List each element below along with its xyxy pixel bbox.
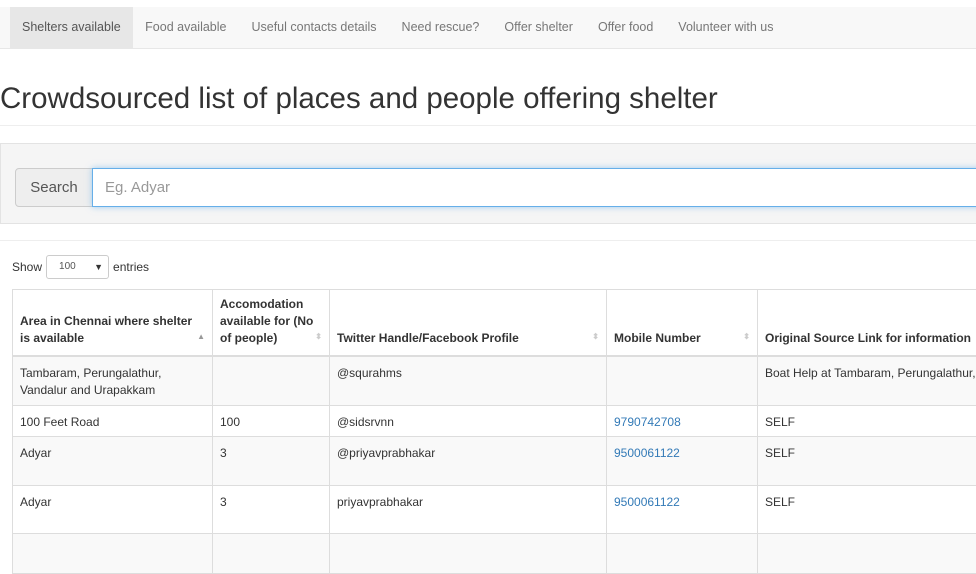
entries-label: entries xyxy=(113,260,149,274)
table-row xyxy=(13,534,976,574)
nav-shelters-available[interactable]: Shelters available xyxy=(10,7,133,48)
table-row: Adyar3@priyavprabhakar9500061122SELF xyxy=(13,437,976,486)
entries-length-control: Show 100▼ entries xyxy=(12,255,149,279)
phone-link[interactable]: 9790742708 xyxy=(614,415,681,429)
search-input[interactable] xyxy=(92,168,976,207)
column-header-source[interactable]: Original Source Link for information xyxy=(758,290,976,356)
nav-food-available[interactable]: Food available xyxy=(133,7,239,48)
shelters-table: Area in Chennai where shelter is availab… xyxy=(12,289,976,574)
caret-down-icon: ▼ xyxy=(94,256,103,278)
sort-icon: ⬍ xyxy=(743,328,750,345)
nav-volunteer[interactable]: Volunteer with us xyxy=(666,7,786,48)
sort-asc-icon: ▲ xyxy=(197,328,205,345)
table-row: Tambaram, Perungalathur, Vandalur and Ur… xyxy=(13,356,976,406)
nav-offer-food[interactable]: Offer food xyxy=(585,7,665,48)
divider xyxy=(0,240,976,241)
nav-useful-contacts[interactable]: Useful contacts details xyxy=(239,7,389,48)
nav-offer-shelter[interactable]: Offer shelter xyxy=(492,7,586,48)
phone-link[interactable]: 9500061122 xyxy=(614,446,680,460)
nav-need-rescue[interactable]: Need rescue? xyxy=(389,7,492,48)
divider xyxy=(0,125,976,126)
column-header-mobile[interactable]: Mobile Number⬍ xyxy=(607,290,758,356)
table-row: Adyar3priyavprabhakar9500061122SELF xyxy=(13,486,976,534)
sort-icon: ⬍ xyxy=(592,328,599,345)
sort-icon: ⬍ xyxy=(315,328,322,345)
entries-select[interactable]: 100▼ xyxy=(46,255,109,279)
column-header-area[interactable]: Area in Chennai where shelter is availab… xyxy=(13,290,213,356)
top-navbar: Shelters available Food available Useful… xyxy=(0,7,976,49)
column-header-accommodation[interactable]: Accomodation available for (No of people… xyxy=(213,290,330,356)
search-label: Search xyxy=(15,168,93,207)
page-title: Crowdsourced list of places and people o… xyxy=(0,82,718,116)
show-label: Show xyxy=(12,260,42,274)
phone-link[interactable]: 9500061122 xyxy=(614,495,680,509)
column-header-twitter[interactable]: Twitter Handle/Facebook Profile⬍ xyxy=(330,290,607,356)
table-row: 100 Feet Road100@sidsrvnn9790742708SELF xyxy=(13,406,976,437)
